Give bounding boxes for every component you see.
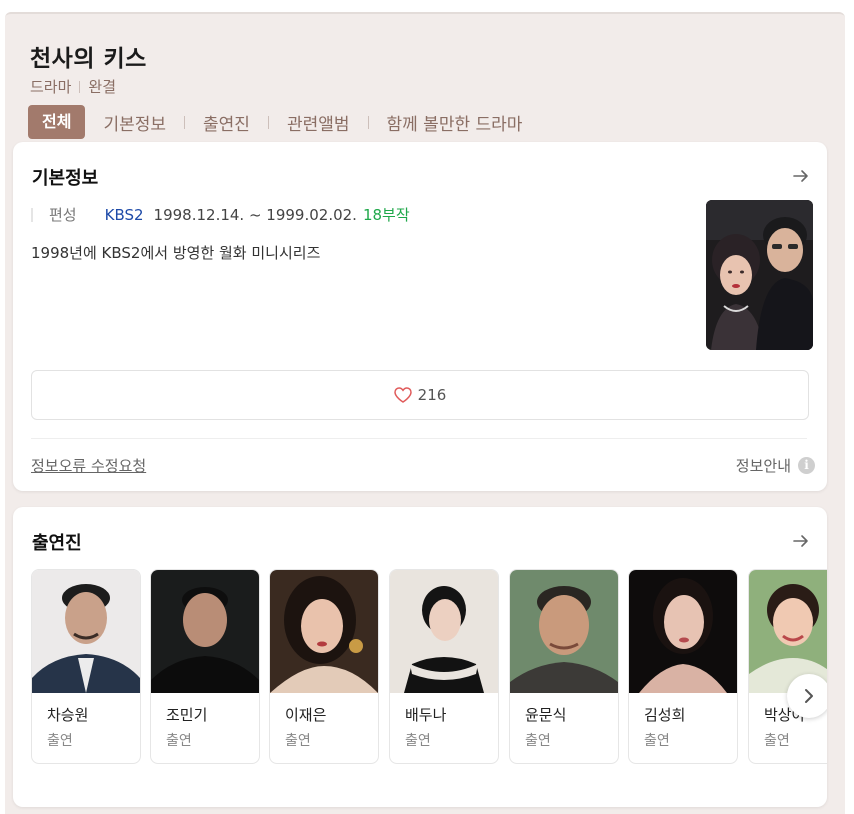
cast-name: 조민기 xyxy=(166,706,208,724)
like-button[interactable]: 216 xyxy=(31,370,809,420)
tab-all[interactable]: 전체 xyxy=(28,105,86,139)
cast-photo xyxy=(390,570,498,693)
cast-name: 윤문식 xyxy=(525,706,567,724)
tab-divider xyxy=(267,115,269,129)
basic-info-title: 기본정보 xyxy=(32,168,99,189)
drama-description: 1998년에 KBS2에서 방영한 월화 미니시리즈 xyxy=(31,244,321,262)
cast-card: 출연진 차승원 출연 조민기 출연 이재은 출연 배두나 출연 윤문식 출연 김… xyxy=(13,507,827,807)
cast-item[interactable]: 윤문식 출연 xyxy=(509,569,619,764)
cast-item[interactable]: 박상아 출연 xyxy=(748,569,827,764)
arrow-right-icon[interactable] xyxy=(791,531,811,551)
cast-item[interactable]: 이재은 출연 xyxy=(269,569,379,764)
cast-item[interactable]: 조민기 출연 xyxy=(150,569,260,764)
tab-divider xyxy=(367,115,369,129)
tab-cast[interactable]: 출연진 xyxy=(203,110,250,135)
next-button[interactable] xyxy=(787,674,827,718)
cast-role: 출연 xyxy=(764,733,790,749)
meta-row: 드라마 완결 xyxy=(30,76,116,97)
cast-photo xyxy=(629,570,737,693)
cast-role: 출연 xyxy=(166,733,192,749)
cast-role: 출연 xyxy=(405,733,431,749)
basic-info-card: 기본정보 편성 KBS2 1998.12.14. ~ 1999.02.02. 1… xyxy=(13,142,827,491)
cast-name: 차승원 xyxy=(47,706,89,724)
chevron-right-icon xyxy=(805,689,813,703)
air-dates: 1998.12.14. ~ 1999.02.02. xyxy=(153,205,357,224)
cast-role: 출연 xyxy=(644,733,670,749)
episode-count: 18부작 xyxy=(362,206,410,224)
info-icon: i xyxy=(798,457,815,474)
cast-name: 배두나 xyxy=(405,706,447,724)
drama-poster[interactable] xyxy=(706,200,813,350)
broadcast-info-row: 편성 KBS2 1998.12.14. ~ 1999.02.02. 18부작 xyxy=(31,204,410,225)
cast-role: 출연 xyxy=(525,733,551,749)
cast-list: 차승원 출연 조민기 출연 이재은 출연 배두나 출연 윤문식 출연 김성희 출… xyxy=(31,569,827,769)
arrow-right-icon[interactable] xyxy=(791,166,811,186)
divider xyxy=(31,438,807,439)
cast-name: 김성희 xyxy=(644,706,686,724)
cast-item[interactable]: 차승원 출연 xyxy=(31,569,141,764)
cast-photo xyxy=(270,570,378,693)
network-link[interactable]: KBS2 xyxy=(105,206,144,224)
tab-related-albums[interactable]: 관련앨범 xyxy=(287,110,350,135)
like-count: 216 xyxy=(417,386,447,404)
cast-item[interactable]: 김성희 출연 xyxy=(628,569,738,764)
tab-basic-info[interactable]: 기본정보 xyxy=(103,110,166,135)
cast-name: 이재은 xyxy=(285,706,327,724)
cast-photo xyxy=(32,570,140,693)
info-bar xyxy=(31,207,33,222)
report-error-link[interactable]: 정보오류 수정요청 xyxy=(31,455,146,476)
info-guide-button[interactable]: 정보안내 i xyxy=(736,455,815,476)
cast-title: 출연진 xyxy=(32,533,82,554)
meta-divider xyxy=(79,80,81,93)
genre-label: 드라마 xyxy=(30,78,72,96)
info-guide-label: 정보안내 xyxy=(735,457,791,475)
cast-role: 출연 xyxy=(47,733,73,749)
tab-bar: 전체 기본정보 출연진 관련앨범 함께 볼만한 드라마 xyxy=(28,105,522,139)
page-title: 천사의 키스 xyxy=(30,46,147,72)
tab-divider xyxy=(184,115,186,129)
tab-similar-dramas[interactable]: 함께 볼만한 드라마 xyxy=(387,110,523,135)
broadcast-label: 편성 xyxy=(49,206,77,224)
cast-photo xyxy=(510,570,618,693)
cast-item[interactable]: 배두나 출연 xyxy=(389,569,499,764)
status-label: 완결 xyxy=(88,78,117,96)
cast-photo xyxy=(151,570,259,693)
cast-role: 출연 xyxy=(285,733,311,749)
heart-icon xyxy=(393,387,412,403)
